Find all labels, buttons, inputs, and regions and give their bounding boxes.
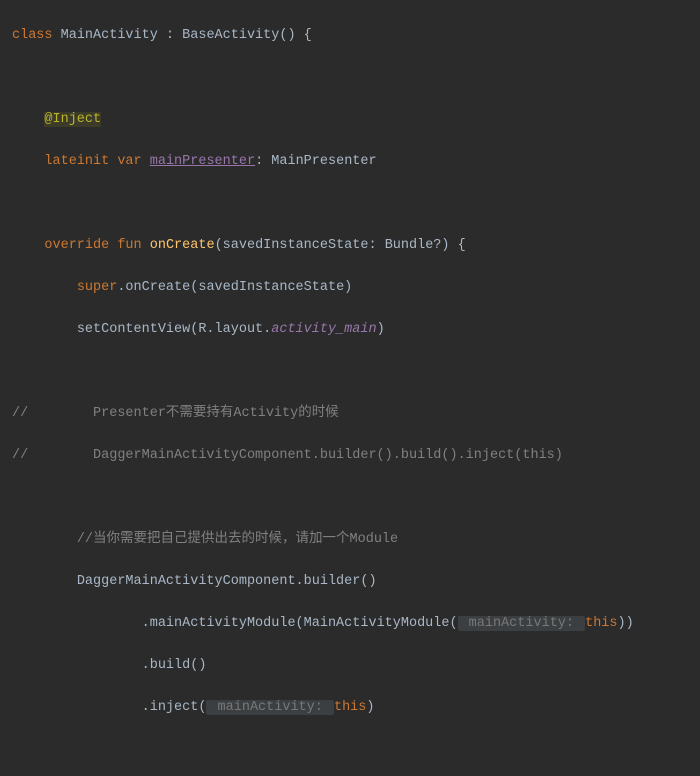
call-dagger4-pre: .inject( [142, 700, 207, 715]
paren-close-dagger2: )) [618, 616, 634, 631]
keyword-this-1: this [585, 616, 617, 631]
prop-mainPresenter: mainPresenter [150, 154, 255, 169]
line-comment3: //当你需要把自己提供出去的时候，请加一个Module [12, 529, 700, 550]
line-mainPresenter: lateinit var mainPresenter: MainPresente… [12, 151, 700, 172]
keyword-var: var [117, 154, 141, 169]
ref-activity-main: activity_main [271, 322, 376, 337]
hint-mainActivity-1: mainActivity: [458, 616, 586, 631]
blank-line [12, 739, 700, 760]
fn-onCreate-params: (savedInstanceState: Bundle?) { [215, 238, 466, 253]
call-dagger2-pre: .mainActivityModule(MainActivityModule( [142, 616, 458, 631]
line-comment2: // DaggerMainActivityComponent.builder()… [12, 445, 700, 466]
line-inject: @Inject [12, 109, 700, 130]
keyword-override: override [44, 238, 109, 253]
blank-line [12, 67, 700, 88]
keyword-super: super [77, 280, 118, 295]
call-dagger3: .build() [142, 658, 207, 673]
line-onCreate: override fun onCreate(savedInstanceState… [12, 235, 700, 256]
type-mainPresenter: : MainPresenter [255, 154, 377, 169]
fn-onCreate: onCreate [150, 238, 215, 253]
keyword-lateinit: lateinit [44, 154, 109, 169]
annotation-inject: @Inject [44, 112, 101, 127]
blank-line [12, 487, 700, 508]
paren-close-dagger4: ) [366, 700, 374, 715]
comment-dagger: // DaggerMainActivityComponent.builder()… [12, 448, 563, 463]
call-superOnCreate: .onCreate(savedInstanceState) [117, 280, 352, 295]
class-header: MainActivity : BaseActivity() { [53, 28, 312, 43]
line-dagger3: .build() [12, 655, 700, 676]
keyword-fun: fun [117, 238, 141, 253]
blank-line [12, 193, 700, 214]
keyword-this-2: this [334, 700, 366, 715]
keyword-class: class [12, 28, 53, 43]
line-dagger4: .inject( mainActivity: this) [12, 697, 700, 718]
line-dagger1: DaggerMainActivityComponent.builder() [12, 571, 700, 592]
line-setContentView: setContentView(R.layout.activity_main) [12, 319, 700, 340]
line-comment1: // Presenter不需要持有Activity的时候 [12, 403, 700, 424]
call-setContentView-pre: setContentView(R.layout. [77, 322, 271, 337]
line-dagger2: .mainActivityModule(MainActivityModule( … [12, 613, 700, 634]
code-editor[interactable]: class MainActivity : BaseActivity() { @I… [0, 0, 700, 776]
line-class-decl: class MainActivity : BaseActivity() { [12, 25, 700, 46]
comment-noactivity: // Presenter不需要持有Activity的时候 [12, 406, 339, 421]
blank-line [12, 361, 700, 382]
call-dagger1: DaggerMainActivityComponent.builder() [77, 574, 377, 589]
hint-mainActivity-2: mainActivity: [206, 700, 334, 715]
line-super: super.onCreate(savedInstanceState) [12, 277, 700, 298]
paren-close: ) [377, 322, 385, 337]
comment-module: //当你需要把自己提供出去的时候，请加一个Module [77, 532, 398, 547]
